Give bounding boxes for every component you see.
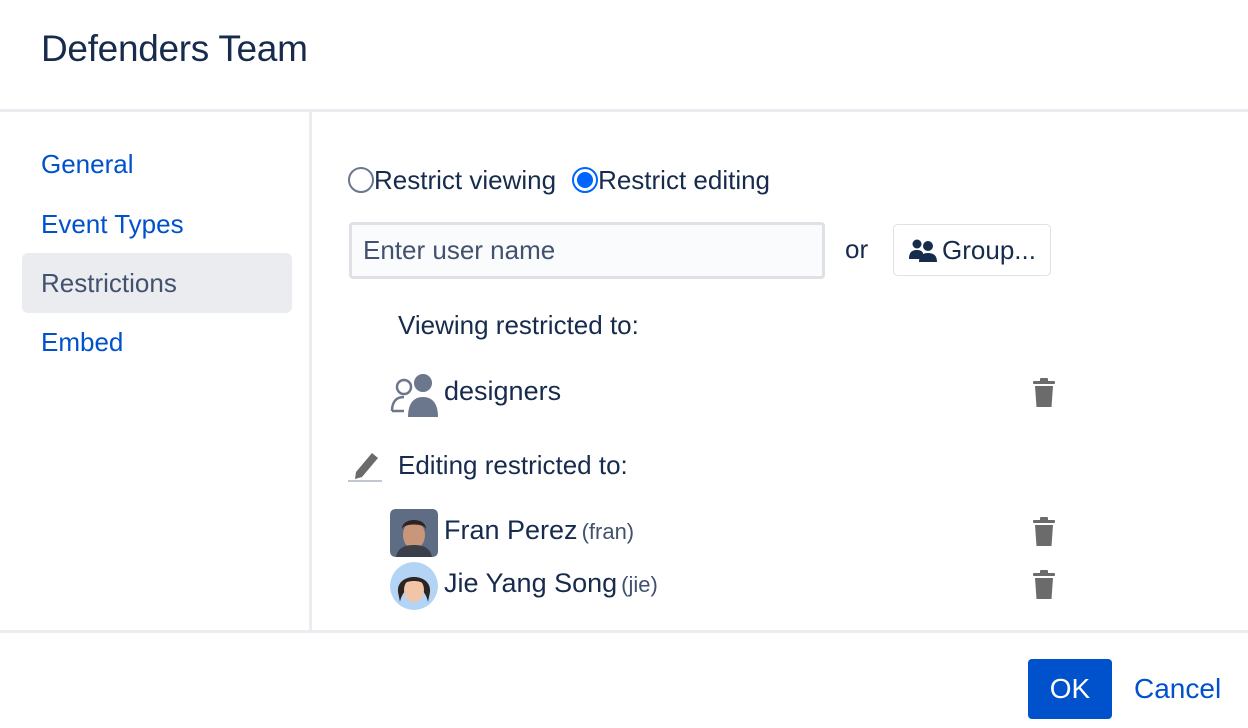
or-separator: or <box>845 234 869 264</box>
group-name: designers <box>444 376 561 407</box>
restrict-viewing-label[interactable]: Restrict viewing <box>374 165 556 196</box>
add-group-button[interactable]: Group... <box>893 224 1051 276</box>
entity-username: (fran) <box>581 519 635 544</box>
list-item: designers <box>390 370 1070 420</box>
restriction-mode-group: Restrict viewing Restrict editing <box>348 164 786 196</box>
restrictions-dialog: Defenders Team General Event Types Restr… <box>0 0 1248 728</box>
restrict-editing-label[interactable]: Restrict editing <box>598 165 770 196</box>
list-item: Jie Yang Song (jie) <box>390 562 1070 612</box>
avatar <box>390 509 438 557</box>
people-group-icon <box>908 237 938 263</box>
restrictions-panel: Restrict viewing Restrict editing or Gro… <box>315 112 1248 630</box>
entity-username: (jie) <box>621 572 658 597</box>
dialog-title: Defenders Team <box>41 28 308 69</box>
dialog-header: Defenders Team <box>0 0 1248 112</box>
avatar <box>390 562 438 610</box>
restrict-viewing-radio[interactable] <box>348 167 374 193</box>
user-name: Jie Yang Song (jie) <box>444 568 658 599</box>
entity-name-text: Fran Perez <box>444 515 578 545</box>
delete-icon[interactable] <box>1032 570 1056 600</box>
entity-name-text: Jie Yang Song <box>444 568 618 598</box>
user-name-input[interactable] <box>349 222 825 279</box>
sidebar-item-embed[interactable]: Embed <box>22 312 292 372</box>
group-icon <box>390 370 438 418</box>
cancel-button[interactable]: Cancel <box>1126 659 1229 719</box>
viewing-restricted-heading: Viewing restricted to: <box>398 310 639 340</box>
sidebar-item-general[interactable]: General <box>22 134 292 194</box>
group-button-label: Group... <box>942 234 1036 265</box>
sidebar-item-restrictions[interactable]: Restrictions <box>22 253 292 313</box>
ok-button[interactable]: OK <box>1028 659 1112 719</box>
restrict-editing-radio[interactable] <box>572 167 599 193</box>
list-item: Fran Perez (fran) <box>390 509 1070 559</box>
delete-icon[interactable] <box>1032 517 1056 547</box>
dialog-footer: OK Cancel <box>0 630 1248 728</box>
user-name: Fran Perez (fran) <box>444 515 634 546</box>
entity-name-text: designers <box>444 376 562 406</box>
pencil-icon <box>348 448 382 482</box>
settings-sidebar: General Event Types Restrictions Embed <box>0 112 312 630</box>
sidebar-item-event-types[interactable]: Event Types <box>22 194 292 254</box>
delete-icon[interactable] <box>1032 378 1056 408</box>
editing-restricted-heading: Editing restricted to: <box>398 450 628 480</box>
